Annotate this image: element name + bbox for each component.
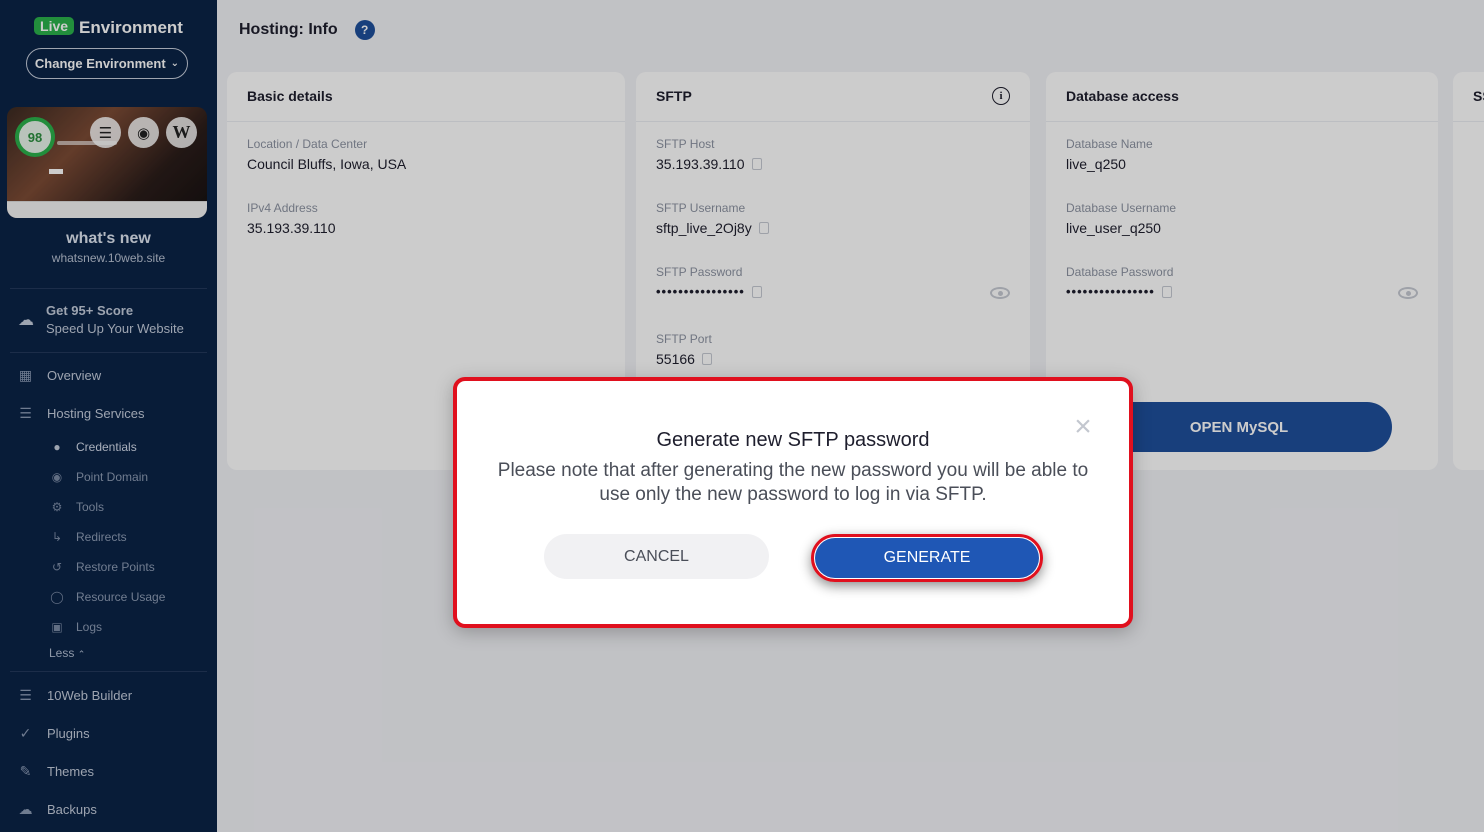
dialog-title: Generate new SFTP password [656,429,930,451]
cancel-button[interactable]: CANCEL [544,534,769,579]
generate-button[interactable]: GENERATE [815,538,1039,578]
generate-sftp-password-dialog: × Generate new SFTP password Please note… [453,377,1133,628]
dialog-message: Please note that after generating the ne… [497,460,1089,505]
